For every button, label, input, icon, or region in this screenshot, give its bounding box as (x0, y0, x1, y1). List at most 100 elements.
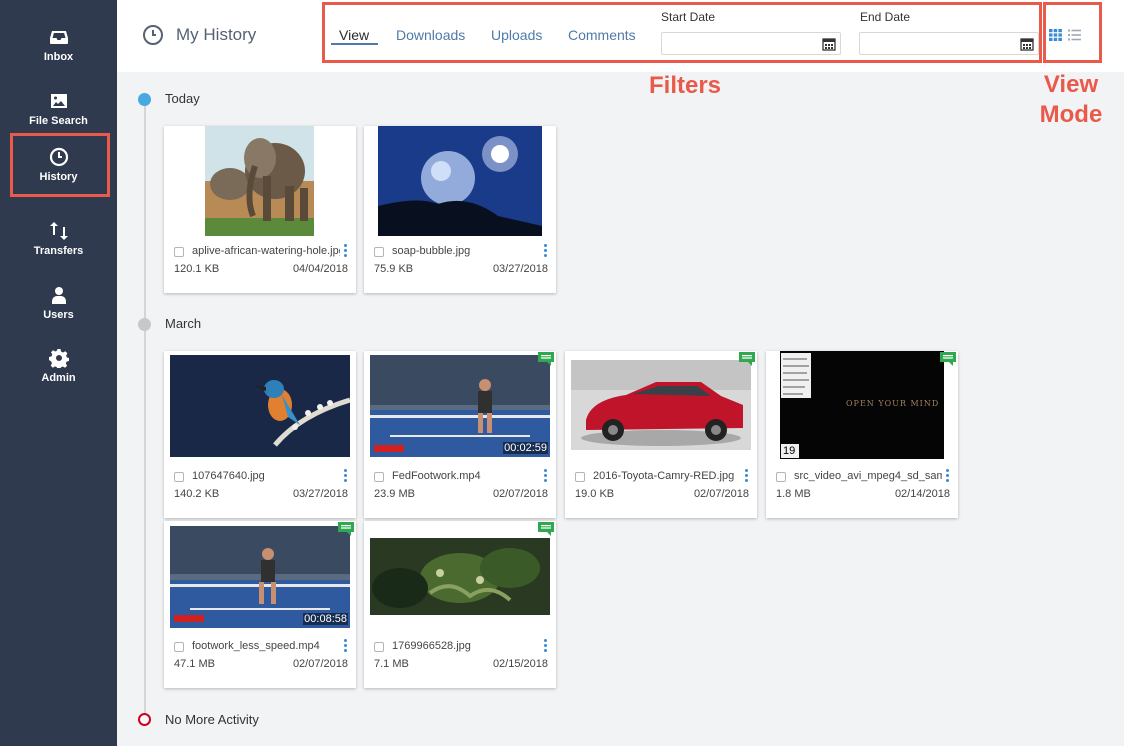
end-date-label: End Date (860, 10, 911, 24)
page-title: My History (142, 24, 256, 46)
timeline-dot-march (138, 318, 151, 331)
more-options-icon[interactable] (344, 639, 348, 653)
more-options-icon[interactable] (946, 469, 950, 483)
file-name[interactable]: src_video_avi_mpeg4_sd_sample.avi (794, 470, 942, 482)
comment-icon[interactable] (538, 352, 554, 366)
file-thumbnail[interactable] (170, 355, 350, 457)
file-size: 75.9 KB (374, 263, 414, 275)
file-size: 7.1 MB (374, 658, 409, 670)
file-card[interactable]: 2016-Toyota-Camry-RED.jpg 19.0 KB 02/07/… (565, 351, 757, 518)
sidebar-item-label: Admin (41, 372, 76, 384)
sidebar-item-admin[interactable]: Admin (0, 336, 117, 396)
file-size: 47.1 MB (174, 658, 215, 670)
video-overlay-text: OPEN YOUR MIND (846, 399, 940, 408)
file-card[interactable]: 107647640.jpg 140.2 KB 03/27/2018 (164, 351, 356, 518)
file-date: 03/27/2018 (292, 488, 348, 500)
sidebar: Inbox File Search History Transfers User… (0, 0, 117, 746)
file-size: 1.8 MB (776, 488, 811, 500)
file-checkbox[interactable] (174, 642, 184, 652)
timeline-dot-end (138, 713, 151, 726)
tab-uploads[interactable]: Uploads (491, 27, 542, 43)
file-checkbox[interactable] (174, 247, 184, 257)
clock-icon (143, 25, 163, 45)
timeline-line (144, 100, 146, 718)
file-checkbox[interactable] (374, 642, 384, 652)
filters-annotation: Filters (648, 72, 722, 99)
file-name[interactable]: soap-bubble.jpg (392, 245, 540, 257)
file-size: 140.2 KB (174, 488, 220, 500)
file-date: 02/07/2018 (292, 658, 348, 670)
sidebar-item-transfers[interactable]: Transfers (0, 209, 117, 269)
file-card[interactable]: 1769966528.jpg 7.1 MB 02/15/2018 (364, 521, 556, 688)
file-checkbox[interactable] (776, 472, 786, 482)
sidebar-item-file-search[interactable]: File Search (0, 79, 117, 139)
sidebar-item-label: Transfers (33, 245, 84, 257)
transfer-arrows-icon (49, 222, 68, 240)
tab-view[interactable]: View (339, 27, 369, 43)
file-name[interactable]: FedFootwork.mp4 (392, 470, 540, 482)
view-mode-annotation: View Mode (1039, 71, 1103, 128)
more-options-icon[interactable] (544, 639, 548, 653)
file-thumbnail[interactable] (370, 538, 550, 615)
sidebar-item-label: File Search (29, 115, 88, 127)
file-name[interactable]: 2016-Toyota-Camry-RED.jpg (593, 470, 741, 482)
sidebar-item-label: Users (43, 309, 74, 321)
more-options-icon[interactable] (544, 469, 548, 483)
grid-view-icon[interactable] (1049, 29, 1062, 41)
more-options-icon[interactable] (544, 244, 548, 258)
file-name[interactable]: 1769966528.jpg (392, 640, 540, 652)
file-checkbox[interactable] (575, 472, 585, 482)
file-checkbox[interactable] (174, 472, 184, 482)
more-options-icon[interactable] (344, 244, 348, 258)
file-date: 02/14/2018 (894, 488, 950, 500)
page-title-text: My History (176, 25, 257, 44)
timeline-group-march: March (165, 316, 202, 331)
file-checkbox[interactable] (374, 247, 384, 257)
video-thumbnail[interactable]: 00:08:58 (170, 526, 350, 628)
tab-downloads[interactable]: Downloads (396, 27, 465, 43)
timeline-end: No More Activity (165, 712, 259, 727)
comment-icon[interactable] (940, 352, 956, 366)
file-card[interactable]: 00:08:58 footwork_less_speed.mp4 47.1 MB… (164, 521, 356, 688)
comment-icon[interactable] (538, 522, 554, 536)
file-thumbnail[interactable] (571, 360, 751, 450)
calendar-icon[interactable] (1020, 37, 1034, 51)
file-date: 03/27/2018 (492, 263, 548, 275)
file-size: 19.0 KB (575, 488, 615, 500)
file-name[interactable]: footwork_less_speed.mp4 (192, 640, 340, 652)
calendar-icon[interactable] (822, 37, 836, 51)
more-options-icon[interactable] (745, 469, 749, 483)
file-card[interactable]: soap-bubble.jpg 75.9 KB 03/27/2018 (364, 126, 556, 293)
timeline-dot-today (138, 93, 151, 106)
active-nav-highlight (10, 133, 110, 197)
file-size: 120.1 KB (174, 263, 220, 275)
file-card[interactable]: aplive-african-watering-hole.jpg 120.1 K… (164, 126, 356, 293)
list-view-icon[interactable] (1068, 29, 1081, 41)
start-date-input[interactable] (661, 32, 841, 55)
video-thumbnail[interactable]: OPEN YOUR MIND 19 (780, 351, 944, 459)
end-date-input[interactable] (859, 32, 1039, 55)
video-thumbnail[interactable]: 00:02:59 (370, 355, 550, 457)
file-date: 02/07/2018 (693, 488, 749, 500)
comment-icon[interactable] (338, 522, 354, 536)
tab-comments[interactable]: Comments (568, 27, 636, 43)
file-card[interactable]: 00:02:59 FedFootwork.mp4 23.9 MB 02/07/2… (364, 351, 556, 518)
file-date: 02/07/2018 (492, 488, 548, 500)
sidebar-item-users[interactable]: Users (0, 273, 117, 333)
sidebar-item-inbox[interactable]: Inbox (0, 15, 117, 75)
file-thumbnail[interactable] (205, 126, 314, 236)
file-size: 23.9 MB (374, 488, 415, 500)
file-name[interactable]: aplive-african-watering-hole.jpg (192, 245, 340, 257)
user-icon (51, 287, 66, 304)
video-duration: 00:08:58 (303, 613, 348, 625)
file-date: 04/04/2018 (292, 263, 348, 275)
file-thumbnail[interactable] (378, 126, 542, 236)
sidebar-item-label: Inbox (43, 51, 74, 63)
file-checkbox[interactable] (374, 472, 384, 482)
file-name[interactable]: 107647640.jpg (192, 470, 340, 482)
timeline-group-today: Today (165, 91, 200, 106)
active-tab-underline (331, 43, 378, 45)
comment-icon[interactable] (739, 352, 755, 366)
more-options-icon[interactable] (344, 469, 348, 483)
file-card[interactable]: OPEN YOUR MIND 19 src_video_avi_mpeg4_sd… (766, 351, 958, 518)
